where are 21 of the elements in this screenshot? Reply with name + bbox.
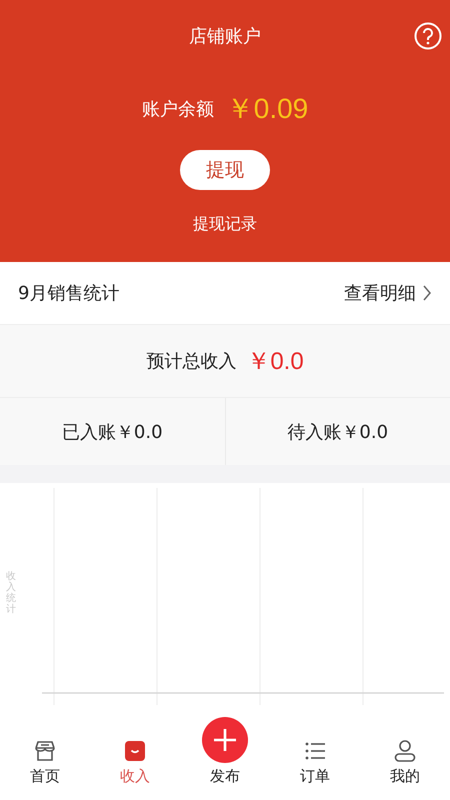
smile-bag-icon <box>123 739 147 763</box>
total-income-label: 预计总收入 <box>146 350 236 373</box>
chevron-icon <box>422 285 432 301</box>
nav-tab[interactable]: 收入 <box>90 739 180 786</box>
page-title: 店铺账户 <box>189 25 261 48</box>
nav-tab[interactable]: 我的 <box>360 739 450 786</box>
withdraw-button[interactable]: 提现 <box>180 150 270 190</box>
balance-label: 账户余额 <box>142 98 214 121</box>
stats-title: 9月销售统计 <box>18 282 120 305</box>
view-details-link[interactable]: 查看明细 <box>344 281 432 305</box>
plus-icon <box>202 717 248 763</box>
total-income-amount: ￥0.0 <box>246 347 304 377</box>
withdraw-records-link[interactable]: 提现记录 <box>193 214 257 235</box>
settled-amount: 已入账￥0.0 <box>60 420 164 444</box>
nav-tab[interactable]: 订单 <box>270 739 360 786</box>
balance-amount: ￥0.09 <box>226 92 308 126</box>
nav-tab[interactable]: 发布 <box>180 717 270 786</box>
storefront-icon <box>33 739 57 763</box>
help-icon[interactable] <box>414 22 442 50</box>
person-icon <box>393 739 417 763</box>
nav-tab[interactable]: 首页 <box>0 739 90 786</box>
